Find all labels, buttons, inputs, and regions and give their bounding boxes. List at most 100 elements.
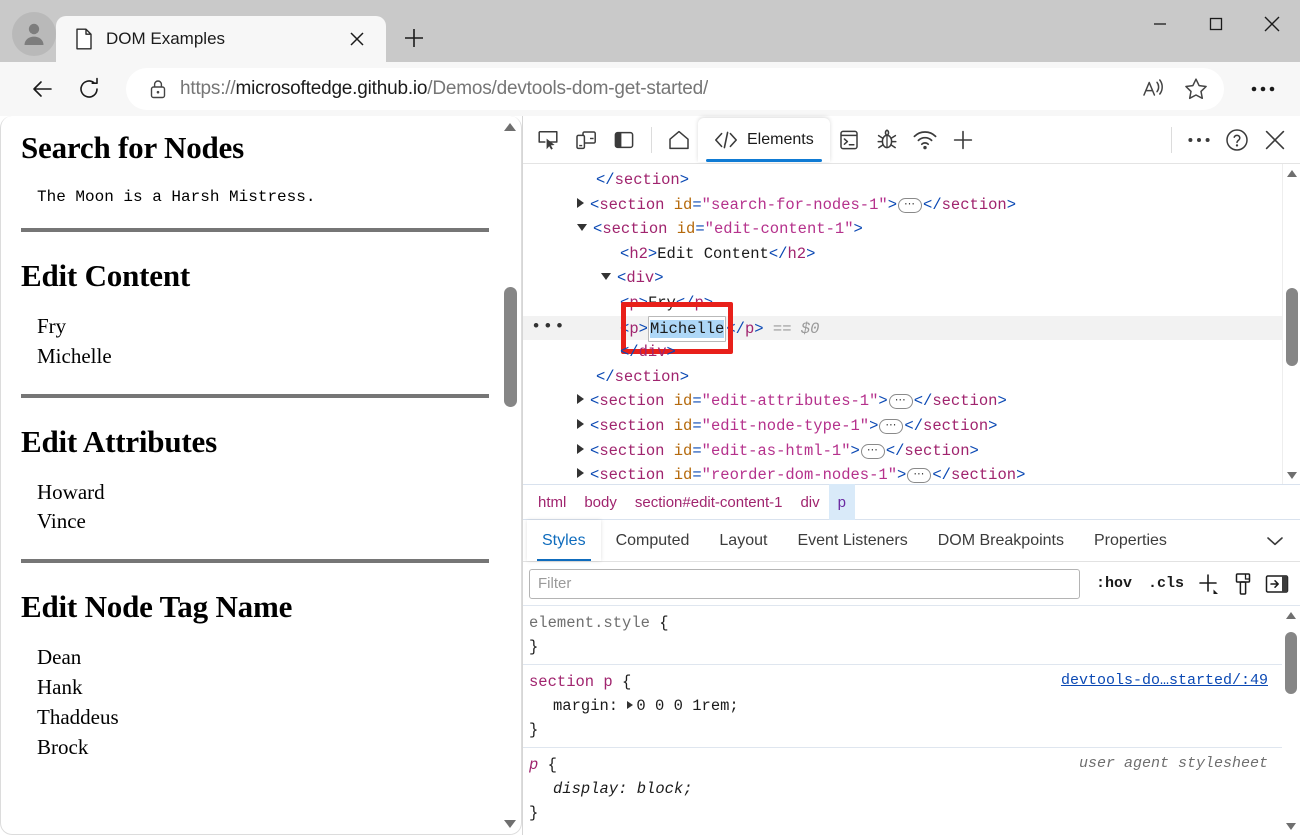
profile-avatar[interactable] (12, 12, 56, 56)
new-style-rule-icon[interactable] (1192, 569, 1226, 599)
dom-node-row[interactable]: <div> (523, 266, 1282, 291)
style-rule-origin[interactable]: devtools-do…started/:49 (1061, 672, 1268, 689)
style-rule-selector[interactable]: section p (529, 673, 613, 691)
scroll-up-icon[interactable] (1282, 606, 1300, 624)
inspect-element-icon[interactable] (529, 121, 567, 159)
scroll-thumb[interactable] (1285, 632, 1297, 694)
panel-tab-layout[interactable]: Layout (704, 520, 782, 561)
hov-button[interactable]: :hov (1088, 569, 1140, 599)
help-icon[interactable] (1218, 121, 1256, 159)
expand-ellipsis-icon[interactable]: ⋯ (889, 394, 913, 409)
style-rule-selector[interactable]: element.style (529, 614, 650, 632)
home-icon[interactable] (660, 121, 698, 159)
debugger-bug-icon[interactable] (868, 121, 906, 159)
scroll-down-icon[interactable] (1282, 817, 1300, 835)
browser-tab[interactable]: DOM Examples (56, 16, 386, 62)
read-aloud-icon[interactable] (1134, 71, 1174, 107)
scroll-track[interactable] (1282, 624, 1300, 817)
panel-tab-styles[interactable]: Styles (527, 520, 601, 561)
scroll-down-icon[interactable] (1283, 466, 1300, 484)
back-icon[interactable] (22, 68, 64, 110)
expand-triangle-icon[interactable] (577, 419, 584, 429)
dom-node-row[interactable]: <section id="edit-as-html-1">⋯</section> (523, 439, 1282, 464)
scroll-thumb[interactable] (1286, 288, 1298, 366)
breadcrumb-item-section-edit-content-1[interactable]: section#edit-content-1 (626, 484, 792, 520)
dom-node-row[interactable]: </section> (523, 168, 1282, 193)
styles-filter-input[interactable]: Filter (529, 569, 1080, 599)
panel-tab-properties[interactable]: Properties (1079, 520, 1182, 561)
dom-node-row[interactable]: <section id="edit-node-type-1">⋯</sectio… (523, 414, 1282, 439)
expand-ellipsis-icon[interactable]: ⋯ (898, 198, 922, 213)
network-wifi-icon[interactable] (906, 121, 944, 159)
collapse-triangle-icon[interactable] (601, 273, 611, 280)
expand-triangle-icon[interactable] (577, 468, 584, 478)
declaration-name[interactable]: margin: (553, 697, 627, 715)
page-scrollbar[interactable] (500, 117, 520, 834)
url-bar[interactable]: https://microsoftedge.github.io/Demos/de… (126, 68, 1224, 110)
breadcrumb-item-p[interactable]: p (829, 484, 855, 520)
add-tool-icon[interactable] (944, 121, 982, 159)
panel-tab-computed[interactable]: Computed (601, 520, 705, 561)
dom-node-row[interactable]: <section id="edit-content-1"> (523, 217, 1282, 242)
expand-triangle-icon[interactable] (577, 444, 584, 454)
dom-node-row[interactable]: <section id="reorder-dom-nodes-1">⋯</sec… (523, 463, 1282, 484)
expand-shorthand-icon[interactable] (627, 701, 633, 709)
dom-node-row[interactable]: <h2>Edit Content</h2> (523, 242, 1282, 267)
dom-node-row[interactable]: </div> (523, 340, 1282, 365)
dock-side-icon[interactable] (605, 121, 643, 159)
breadcrumb-item-body[interactable]: body (575, 484, 626, 520)
panel-tab-dom-breakpoints[interactable]: DOM Breakpoints (923, 520, 1079, 561)
tab-elements[interactable]: Elements (698, 118, 830, 162)
style-rule-selector[interactable]: p (529, 756, 538, 774)
expand-ellipsis-icon[interactable]: ⋯ (861, 444, 885, 459)
element-classes-brush-icon[interactable] (1226, 569, 1260, 599)
style-rule[interactable]: section p {margin: 0 0 0 1rem;}devtools-… (523, 664, 1282, 747)
breadcrumb[interactable]: htmlbodysection#edit-content-1divp (523, 484, 1300, 520)
refresh-icon[interactable] (68, 68, 110, 110)
expand-ellipsis-icon[interactable]: ⋯ (879, 419, 903, 434)
collapse-triangle-icon[interactable] (577, 224, 587, 231)
inline-edit-field[interactable]: Michelle (648, 316, 726, 343)
minimize-icon[interactable] (1132, 0, 1188, 48)
dom-node-row-selected[interactable]: •••<p>Michelle</p> == $0 (523, 316, 1282, 341)
styles-panel-tabs[interactable]: StylesComputedLayoutEvent ListenersDOM B… (523, 520, 1300, 562)
dom-tree-scrollbar[interactable] (1282, 164, 1300, 484)
declaration-value[interactable]: 0 0 0 1rem; (636, 697, 738, 715)
new-tab-button[interactable] (392, 16, 436, 60)
browser-settings-icon[interactable] (1240, 68, 1286, 110)
expand-triangle-icon[interactable] (577, 394, 584, 404)
maximize-icon[interactable] (1188, 0, 1244, 48)
breadcrumb-item-div[interactable]: div (791, 484, 828, 520)
style-declaration[interactable]: display: block; (529, 777, 1272, 801)
expand-triangle-icon[interactable] (577, 198, 584, 208)
cls-button[interactable]: .cls (1140, 569, 1192, 599)
devtools-close-icon[interactable] (1256, 121, 1294, 159)
styles-rules-list[interactable]: element.style {}section p {margin: 0 0 0… (523, 606, 1282, 835)
favorite-star-icon[interactable] (1176, 71, 1216, 107)
style-rule[interactable]: element.style {} (523, 606, 1282, 664)
devtools-more-icon[interactable] (1180, 121, 1218, 159)
close-window-icon[interactable] (1244, 0, 1300, 48)
copy-styles-icon[interactable] (1260, 569, 1294, 599)
style-declaration[interactable]: margin: 0 0 0 1rem; (529, 694, 1272, 718)
declaration-value[interactable]: block; (637, 780, 693, 798)
close-icon[interactable] (342, 24, 372, 54)
style-rule[interactable]: p {display: block;}user agent stylesheet (523, 747, 1282, 830)
scroll-thumb[interactable] (504, 287, 517, 407)
declaration-name[interactable]: display: (553, 780, 637, 798)
scroll-up-icon[interactable] (500, 117, 520, 137)
expand-ellipsis-icon[interactable]: ⋯ (907, 468, 931, 483)
scroll-track[interactable] (1283, 182, 1300, 466)
scroll-up-icon[interactable] (1283, 164, 1300, 182)
console-icon[interactable] (830, 121, 868, 159)
device-emulation-icon[interactable] (567, 121, 605, 159)
dom-node-row[interactable]: <section id="edit-attributes-1">⋯</secti… (523, 389, 1282, 414)
scroll-track[interactable] (500, 137, 520, 814)
panel-tabs-more-icon[interactable] (1250, 520, 1300, 561)
dom-node-row[interactable]: <section id="search-for-nodes-1">⋯</sect… (523, 193, 1282, 218)
dom-node-row[interactable]: <p>Fry</p> (523, 291, 1282, 316)
stylesheet-source-link[interactable]: devtools-do…started/:49 (1061, 672, 1268, 689)
scroll-down-icon[interactable] (500, 814, 520, 834)
row-more-icon[interactable]: ••• (531, 316, 566, 341)
breadcrumb-item-html[interactable]: html (529, 484, 575, 520)
